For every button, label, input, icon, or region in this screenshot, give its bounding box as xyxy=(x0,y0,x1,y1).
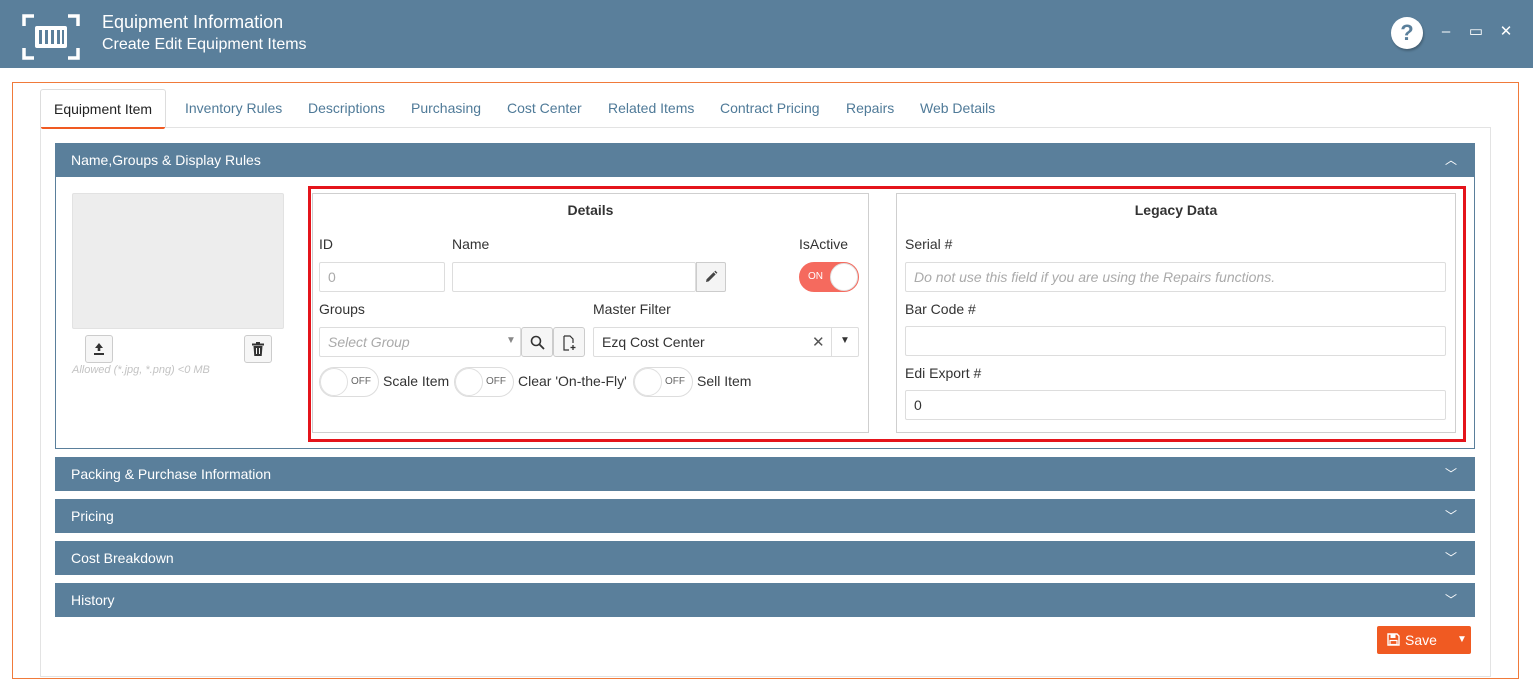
legacy-data-title: Legacy Data xyxy=(1134,202,1218,218)
section-title: History xyxy=(71,592,115,608)
floppy-disk-icon xyxy=(1387,633,1400,646)
sell-item-label: Sell Item xyxy=(697,373,752,389)
groups-select[interactable]: Select Group xyxy=(319,327,521,357)
name-field[interactable] xyxy=(452,262,696,292)
maximize-button[interactable]: ▭ xyxy=(1468,22,1484,42)
toggle-knob xyxy=(320,368,348,396)
groups-label: Groups xyxy=(319,301,365,317)
clear-on-the-fly-toggle[interactable]: OFF xyxy=(454,367,514,397)
section-history-header[interactable]: History ﹀ xyxy=(55,583,1475,617)
chevron-down-icon: ﹀ xyxy=(1444,551,1457,565)
edi-export-label: Edi Export # xyxy=(905,365,982,381)
equipment-image-placeholder[interactable] xyxy=(72,193,284,329)
tab-purchasing[interactable]: Purchasing xyxy=(411,89,481,127)
upload-image-button[interactable] xyxy=(85,335,113,363)
help-button[interactable]: ? xyxy=(1391,17,1423,49)
chevron-up-icon: ︿ xyxy=(1444,153,1457,167)
section-title: Name,Groups & Display Rules xyxy=(71,152,261,168)
divider xyxy=(831,327,832,357)
upload-icon xyxy=(94,343,104,355)
barcode-input[interactable] xyxy=(905,326,1446,356)
close-button[interactable]: ✕ xyxy=(1498,22,1514,42)
master-filter-value: Ezq Cost Center xyxy=(602,334,705,350)
details-panel xyxy=(312,193,869,433)
search-group-button[interactable] xyxy=(521,327,553,357)
save-dropdown-icon[interactable]: ▼ xyxy=(1457,626,1467,654)
sell-item-toggle[interactable]: OFF xyxy=(633,367,693,397)
master-filter-label: Master Filter xyxy=(593,301,671,317)
tab-cost-center[interactable]: Cost Center xyxy=(507,89,582,127)
tab-inventory-rules[interactable]: Inventory Rules xyxy=(185,89,282,127)
add-group-button[interactable] xyxy=(553,327,585,357)
serial-placeholder: Do not use this field if you are using t… xyxy=(914,269,1276,285)
toggle-state: ON xyxy=(808,271,823,282)
save-button[interactable]: Save ▼ xyxy=(1377,626,1471,654)
chevron-down-icon: ﹀ xyxy=(1444,509,1457,523)
section-cost-breakdown-header[interactable]: Cost Breakdown ﹀ xyxy=(55,541,1475,575)
edi-export-input[interactable]: 0 xyxy=(905,390,1446,420)
toggle-state: OFF xyxy=(665,376,685,387)
scale-item-toggle[interactable]: OFF xyxy=(319,367,379,397)
window-title: Equipment Information xyxy=(102,12,284,32)
tab-repairs[interactable]: Repairs xyxy=(846,89,894,127)
trash-icon xyxy=(252,342,264,356)
toggle-knob xyxy=(455,368,483,396)
title-bar: Equipment Information Create Edit Equipm… xyxy=(0,0,1533,68)
isactive-toggle[interactable]: ON xyxy=(799,262,859,292)
edit-name-button[interactable] xyxy=(696,262,726,292)
tab-web-details[interactable]: Web Details xyxy=(920,89,995,127)
name-label: Name xyxy=(452,236,490,252)
chevron-down-icon: ﹀ xyxy=(1444,593,1457,607)
toggle-state: OFF xyxy=(486,376,506,387)
isactive-label: IsActive xyxy=(799,236,849,252)
window-subtitle: Create Edit Equipment Items xyxy=(102,36,307,53)
search-icon xyxy=(530,335,545,350)
section-title: Packing & Purchase Information xyxy=(71,466,271,482)
section-title: Cost Breakdown xyxy=(71,550,174,566)
details-title: Details xyxy=(567,202,614,218)
tab-descriptions[interactable]: Descriptions xyxy=(308,89,385,127)
minimize-button[interactable]: – xyxy=(1438,22,1454,42)
id-field[interactable]: 0 xyxy=(319,262,445,292)
scale-item-label: Scale Item xyxy=(383,373,450,389)
tab-contract-pricing[interactable]: Contract Pricing xyxy=(720,89,820,127)
serial-label: Serial # xyxy=(905,236,953,252)
tab-related-items[interactable]: Related Items xyxy=(608,89,694,127)
id-label: ID xyxy=(319,236,333,252)
delete-image-button[interactable] xyxy=(244,335,272,363)
section-title: Pricing xyxy=(71,508,114,524)
toggle-state: OFF xyxy=(351,376,371,387)
serial-input[interactable]: Do not use this field if you are using t… xyxy=(905,262,1446,292)
section-packing-header[interactable]: Packing & Purchase Information ﹀ xyxy=(55,457,1475,491)
barcode-logo-icon xyxy=(22,14,80,60)
toggle-knob xyxy=(634,368,662,396)
pencil-icon xyxy=(706,270,718,282)
chevron-down-icon: ▼ xyxy=(506,335,516,346)
chevron-down-icon: ﹀ xyxy=(1444,467,1457,481)
tab-equipment-item[interactable]: Equipment Item xyxy=(40,89,167,129)
toggle-knob xyxy=(830,263,858,291)
section-name-groups-header[interactable]: Name,Groups & Display Rules ︿ xyxy=(55,143,1475,177)
save-label: Save xyxy=(1405,632,1437,648)
image-upload-hint: Allowed (*.jpg, *.png) <0 MB xyxy=(72,364,210,376)
clear-filter-icon[interactable]: ✕ xyxy=(812,333,825,351)
barcode-label: Bar Code # xyxy=(905,301,976,317)
section-pricing-header[interactable]: Pricing ﹀ xyxy=(55,499,1475,533)
chevron-down-icon[interactable]: ▼ xyxy=(840,335,850,346)
clear-on-the-fly-label: Clear 'On-the-Fly' xyxy=(518,373,627,389)
new-document-icon xyxy=(562,335,575,351)
